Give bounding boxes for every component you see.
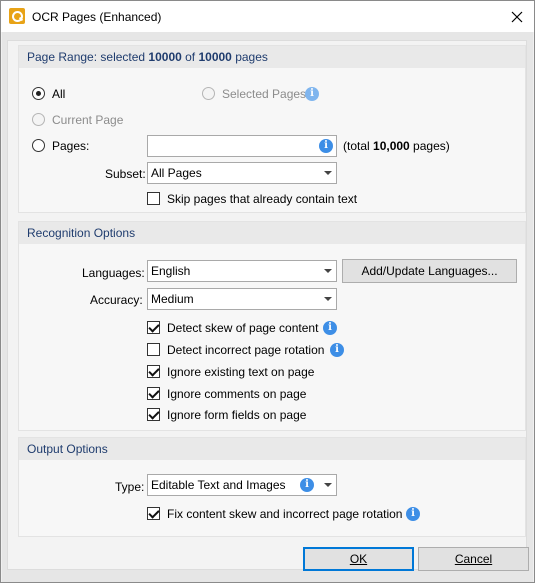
close-button[interactable] (500, 1, 534, 32)
total-prefix: (total (343, 139, 374, 153)
output-group: Output Options Type: Editable Text and I… (18, 437, 526, 537)
header-of: of (181, 50, 199, 64)
ok-label: OK (349, 552, 368, 566)
detect-skew-label: Detect skew of page content (167, 321, 319, 335)
detect-rotation-checkbox[interactable] (147, 343, 160, 356)
total-pages-count: 10,000 (373, 139, 410, 153)
selected-pages-info-icon[interactable]: i (305, 87, 319, 101)
cancel-button[interactable]: Cancel (418, 547, 529, 571)
chevron-down-icon (324, 483, 332, 487)
page-range-header: Page Range: selected 10000 of 10000 page… (19, 46, 525, 68)
ignore-text-checkbox[interactable] (147, 365, 160, 378)
chevron-down-icon (324, 269, 332, 273)
close-icon (511, 11, 523, 22)
title-bar: OCR Pages (Enhanced) (1, 1, 534, 32)
current-page-label: Current Page (52, 113, 124, 127)
options-frame: Page Range: selected 10000 of 10000 page… (7, 40, 527, 570)
cancel-label: Cancel (454, 552, 493, 566)
accuracy-label: Accuracy: (90, 293, 143, 307)
app-search-icon (9, 8, 25, 24)
subset-value: All Pages (151, 166, 202, 180)
type-info-icon[interactable]: i (300, 478, 314, 492)
recognition-group: Recognition Options Languages: English A… (18, 221, 526, 431)
chevron-down-icon (324, 171, 332, 175)
detect-rotation-info-icon[interactable]: i (330, 343, 344, 357)
type-value: Editable Text and Images (151, 478, 286, 492)
total-suffix: pages) (409, 139, 450, 153)
accuracy-value: Medium (151, 292, 194, 306)
accuracy-select[interactable]: Medium (147, 288, 337, 310)
fix-skew-label: Fix content skew and incorrect page rota… (167, 507, 403, 521)
detect-rotation-label: Detect incorrect page rotation (167, 343, 325, 357)
total-pages-text: (total 10,000 pages) (343, 139, 450, 153)
subset-label-text: Subset: (105, 167, 146, 181)
add-update-languages-button[interactable]: Add/Update Languages... (342, 259, 517, 283)
window-title: OCR Pages (Enhanced) (32, 10, 162, 24)
pages-info-icon[interactable]: i (319, 139, 333, 153)
all-label: All (52, 87, 66, 101)
languages-select[interactable]: English (147, 260, 337, 282)
fix-skew-checkbox[interactable] (147, 507, 160, 520)
ignore-form-fields-label: Ignore form fields on page (167, 408, 307, 422)
output-header: Output Options (19, 438, 525, 460)
ok-button[interactable]: OK (303, 547, 414, 571)
subset-select[interactable]: All Pages (147, 162, 337, 184)
chevron-down-icon (324, 297, 332, 301)
skip-pages-checkbox[interactable] (147, 192, 160, 205)
languages-value: English (151, 264, 191, 278)
detect-skew-info-icon[interactable]: i (323, 321, 337, 335)
page-range-group: Page Range: selected 10000 of 10000 page… (18, 45, 526, 213)
ignore-comments-label: Ignore comments on page (167, 387, 307, 401)
all-radio[interactable] (32, 87, 45, 100)
detect-skew-checkbox[interactable] (147, 321, 160, 334)
selected-pages-radio[interactable] (202, 87, 215, 100)
recognition-header: Recognition Options (19, 222, 525, 244)
total-count: 10000 (198, 50, 232, 64)
ignore-comments-checkbox[interactable] (147, 387, 160, 400)
languages-label: Languages: (82, 266, 145, 280)
selected-count: 10000 (148, 50, 182, 64)
type-label: Type: (115, 480, 145, 494)
header-prefix: Page Range: selected (27, 50, 149, 64)
type-select[interactable]: Editable Text and Images i (147, 474, 337, 496)
current-page-radio[interactable] (32, 113, 45, 126)
pages-radio[interactable] (32, 139, 45, 152)
ignore-text-label: Ignore existing text on page (167, 365, 315, 379)
fix-skew-info-icon[interactable]: i (406, 507, 420, 521)
ocr-dialog: OCR Pages (Enhanced) Page Range: selecte… (0, 0, 535, 583)
pages-label: Pages: (52, 139, 90, 153)
skip-pages-label: Skip pages that already contain text (167, 192, 358, 206)
pages-input[interactable] (147, 135, 337, 157)
dialog-body: Page Range: selected 10000 of 10000 page… (2, 32, 533, 582)
ignore-form-fields-checkbox[interactable] (147, 408, 160, 421)
header-suffix: pages (231, 50, 268, 64)
selected-pages-label: Selected Pages (222, 87, 307, 101)
subset-label: Subset: (105, 167, 146, 181)
